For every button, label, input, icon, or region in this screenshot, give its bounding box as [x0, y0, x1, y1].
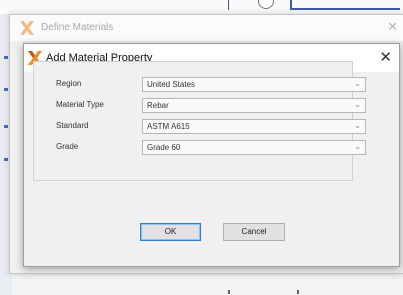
- standard-label: Standard: [56, 121, 89, 130]
- background-divider: [228, 0, 229, 10]
- background-tick: [4, 125, 8, 128]
- cancel-button[interactable]: Cancel: [223, 223, 285, 241]
- window-title: Define Materials: [41, 22, 114, 33]
- background-tick: [4, 88, 8, 91]
- background-blue-line: [290, 0, 292, 10]
- background-tick: [4, 158, 8, 161]
- add-material-property-dialog: Add Material Property ✕ Region United St…: [23, 43, 400, 267]
- background-tick: [4, 56, 8, 59]
- background-tick: [297, 290, 299, 294]
- standard-select[interactable]: ASTM A615 ⌄: [142, 119, 366, 134]
- properties-group: Region United States ⌄ Material Type Reb…: [33, 61, 366, 181]
- close-icon[interactable]: ✕: [387, 19, 398, 35]
- material-type-value: Rebar: [147, 101, 169, 110]
- close-icon[interactable]: ✕: [379, 48, 392, 66]
- region-label: Region: [56, 79, 82, 88]
- region-select[interactable]: United States ⌄: [142, 77, 366, 92]
- grade-label: Grade: [56, 142, 79, 151]
- chevron-down-icon: ⌄: [354, 79, 361, 88]
- chevron-down-icon: ⌄: [354, 142, 361, 151]
- x-logo-icon: [20, 21, 34, 35]
- grade-value: Grade 60: [147, 143, 181, 152]
- ok-button[interactable]: OK: [140, 223, 201, 241]
- chevron-down-icon: ⌄: [354, 121, 361, 130]
- material-type-label: Material Type: [56, 100, 104, 109]
- background-tick: [228, 290, 230, 294]
- background-window-top: [0, 0, 403, 14]
- standard-value: ASTM A615: [147, 122, 190, 131]
- define-materials-titlebar: Define Materials ✕: [10, 15, 403, 41]
- grade-select[interactable]: Grade 60 ⌄: [142, 140, 366, 155]
- chevron-down-icon: ⌄: [354, 100, 361, 109]
- background-blue-line: [290, 8, 400, 10]
- region-value: United States: [147, 80, 196, 89]
- material-type-select[interactable]: Rebar ⌄: [142, 98, 366, 113]
